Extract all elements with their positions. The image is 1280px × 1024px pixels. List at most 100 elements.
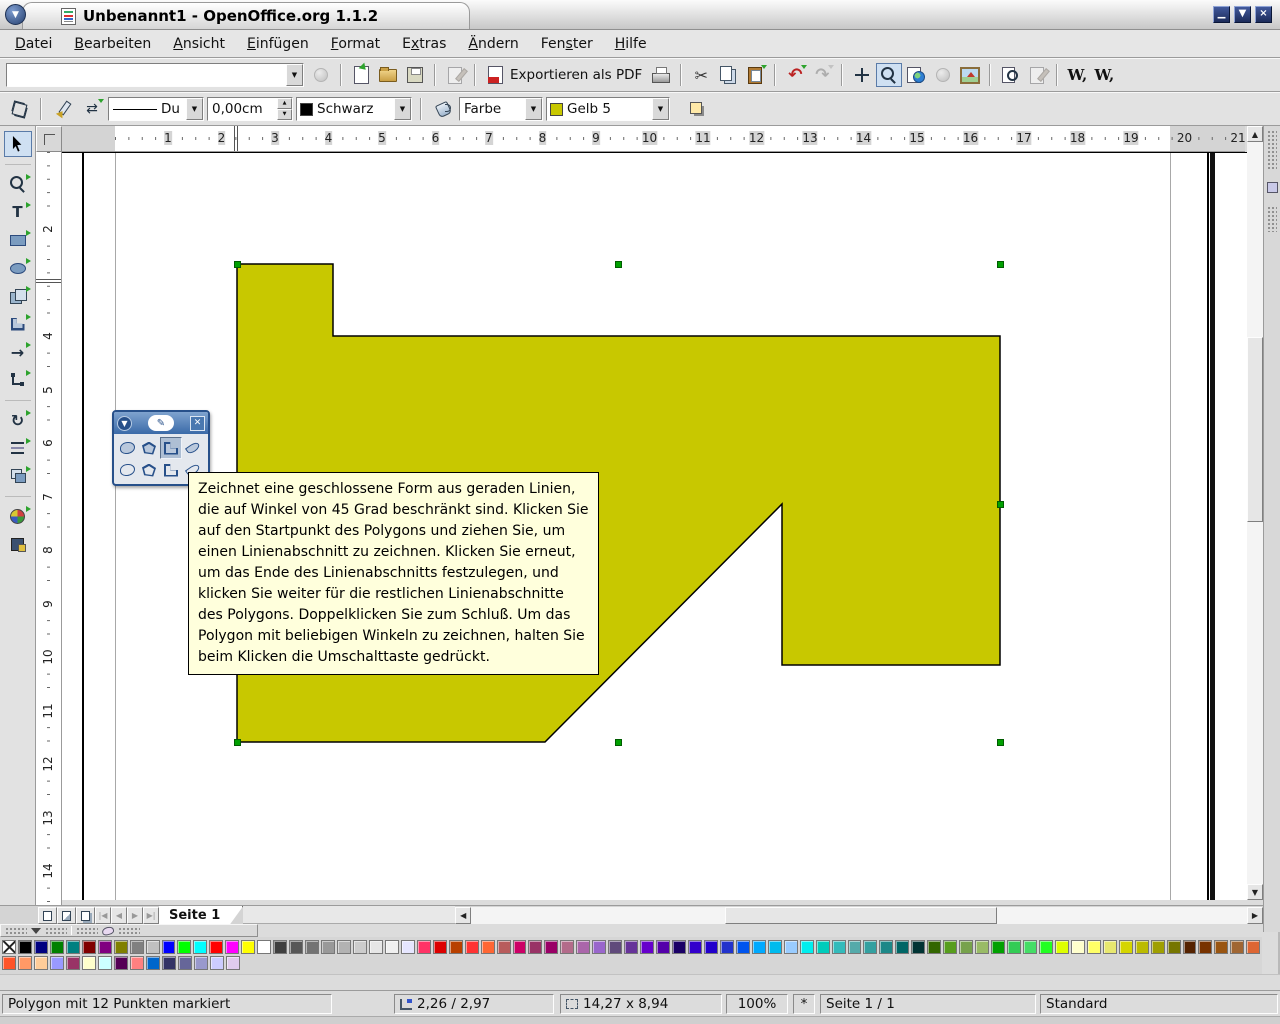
edit-file-button[interactable] (442, 63, 468, 87)
color-swatch[interactable] (927, 940, 941, 954)
color-swatch[interactable] (210, 956, 224, 970)
tab-seite-1[interactable]: Seite 1 (159, 906, 243, 924)
text-tool[interactable] (4, 199, 32, 225)
ruler-origin-box[interactable] (36, 126, 62, 152)
color-swatch[interactable] (784, 940, 798, 954)
save-button[interactable] (402, 63, 428, 87)
selection-handle-mr[interactable] (997, 501, 1004, 508)
minimize-button[interactable]: ▁ (1213, 6, 1230, 23)
color-swatch[interactable] (50, 940, 64, 954)
toolbar-grip[interactable] (118, 927, 140, 934)
color-swatch[interactable] (433, 940, 447, 954)
color-swatch[interactable] (975, 940, 989, 954)
polygon-filled-tool[interactable] (138, 437, 160, 459)
toolbar-grip[interactable] (5, 927, 27, 934)
color-swatch[interactable] (1198, 940, 1212, 954)
scroll-down-button[interactable]: ▼ (1247, 884, 1263, 900)
status-page[interactable]: Seite 1 / 1 (820, 994, 1036, 1014)
undo-button[interactable] (782, 63, 808, 87)
selection-handle-bm[interactable] (615, 739, 622, 746)
spin-down-button[interactable]: ▼ (277, 109, 292, 120)
scroll-up-button[interactable]: ▲ (1247, 126, 1263, 142)
color-swatch[interactable] (991, 940, 1005, 954)
color-swatch[interactable] (656, 940, 670, 954)
status-zoom[interactable]: 100% (726, 994, 788, 1014)
maximize-button[interactable]: ▼ (1234, 6, 1251, 23)
line-dialog-button[interactable] (50, 97, 76, 121)
data-sources-button[interactable] (1024, 63, 1050, 87)
color-swatch[interactable] (672, 940, 686, 954)
title-capsule[interactable]: Unbenannt1 - OpenOffice.org 1.1.2 (22, 2, 470, 29)
color-swatch[interactable] (98, 956, 112, 970)
color-swatch[interactable] (1119, 940, 1133, 954)
curve-tool[interactable] (116, 459, 138, 481)
color-swatch[interactable] (66, 940, 80, 954)
color-swatch[interactable] (465, 940, 479, 954)
floating-toolbar-menu-button[interactable]: ▼ (117, 416, 132, 431)
polygon45-filled-tool[interactable] (160, 437, 182, 459)
first-page-button[interactable]: |◀ (95, 907, 111, 924)
color-swatch[interactable] (1071, 940, 1085, 954)
color-swatch[interactable] (879, 940, 893, 954)
zoom-tool[interactable] (4, 171, 32, 197)
color-swatch[interactable] (18, 956, 32, 970)
alignment-tool[interactable] (4, 435, 32, 461)
color-swatch[interactable] (1023, 940, 1037, 954)
polygon-tool[interactable] (138, 459, 160, 481)
color-swatch[interactable] (481, 940, 495, 954)
cut-button[interactable] (688, 63, 714, 87)
color-swatch[interactable] (752, 940, 766, 954)
color-swatch[interactable] (82, 940, 96, 954)
ellipse-tool[interactable] (4, 255, 32, 281)
color-swatch[interactable] (114, 956, 128, 970)
menu-item-hilfe[interactable]: Hilfe (604, 33, 658, 55)
menu-item-extras[interactable]: Extras (391, 33, 457, 55)
effects-tool[interactable] (4, 503, 32, 529)
color-swatch[interactable] (449, 940, 463, 954)
spin-up-button[interactable]: ▲ (277, 98, 292, 109)
color-swatch[interactable] (34, 940, 48, 954)
color-swatch[interactable] (1214, 940, 1228, 954)
color-swatch[interactable] (592, 940, 606, 954)
status-position[interactable]: 2,26 / 2,97 (394, 994, 554, 1014)
curve-filled-tool[interactable] (116, 437, 138, 459)
url-input[interactable] (7, 65, 286, 85)
color-swatch[interactable] (194, 956, 208, 970)
connector-tool[interactable] (4, 367, 32, 393)
select-tool[interactable] (4, 131, 32, 157)
color-swatch[interactable] (624, 940, 638, 954)
color-swatch[interactable] (321, 940, 335, 954)
paste-button[interactable] (742, 63, 768, 87)
color-swatch[interactable] (1246, 940, 1260, 954)
color-swatch[interactable] (114, 940, 128, 954)
freehand-filled-tool[interactable] (182, 437, 204, 459)
color-swatch[interactable] (209, 940, 223, 954)
menu-item-datei[interactable]: Datei (4, 33, 63, 55)
color-swatch[interactable] (146, 956, 160, 970)
horizontal-ruler[interactable]: 123456789101112131415161718192021 (62, 126, 1245, 152)
color-swatch[interactable] (305, 940, 319, 954)
last-page-button[interactable]: ▶| (143, 907, 159, 924)
line-color-combobox[interactable]: Schwarz ▼ (296, 97, 412, 121)
color-swatch[interactable] (177, 940, 191, 954)
layer-view-button[interactable] (76, 907, 95, 924)
previous-page-button[interactable]: ◀ (111, 907, 127, 924)
toolbar-grip[interactable] (45, 927, 67, 934)
shadow-button[interactable] (684, 97, 710, 121)
hyperlink-internet-button[interactable] (903, 63, 929, 87)
color-swatch[interactable] (226, 956, 240, 970)
horizontal-scrollbar[interactable]: ◀ ▶ (455, 907, 1263, 924)
color-swatch[interactable] (82, 956, 96, 970)
toolbar-grip[interactable] (76, 927, 98, 934)
vertical-ruler[interactable]: 2456789101112131415 (36, 152, 62, 905)
color-swatch[interactable] (608, 940, 622, 954)
color-swatch[interactable] (704, 940, 718, 954)
gallery-button[interactable] (957, 63, 983, 87)
color-swatch[interactable] (576, 940, 590, 954)
menu-item-einfuegen[interactable]: Einfügen (236, 33, 320, 55)
option-strip-icon[interactable] (1267, 182, 1278, 193)
navigator-button[interactable] (849, 63, 875, 87)
color-swatch[interactable] (353, 940, 367, 954)
rotate-tool[interactable] (4, 407, 32, 433)
interaction-tool[interactable] (4, 531, 32, 557)
